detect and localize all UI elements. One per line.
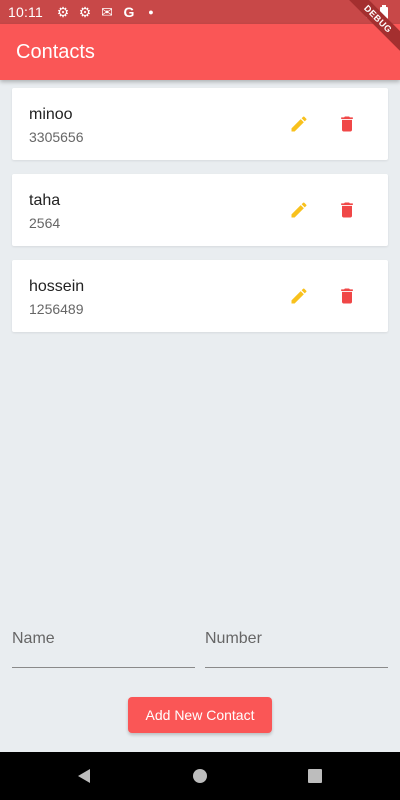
status-notification-icons: ⚙ ⚙ ✉ G ●: [55, 4, 159, 20]
contact-list: minoo 3305656 taha 2564 hossein 1256489: [12, 88, 388, 346]
gmail-icon: ✉: [101, 4, 113, 20]
trash-icon: [341, 288, 353, 304]
trash-icon: [341, 116, 353, 132]
add-contact-button[interactable]: Add New Contact: [128, 697, 272, 733]
edit-button[interactable]: [287, 284, 311, 308]
contact-number: 2564: [29, 215, 61, 231]
system-nav-bar: [0, 752, 400, 800]
name-field[interactable]: [12, 630, 195, 648]
home-icon: [193, 769, 207, 783]
debug-banner-wrap: DEBUG: [340, 0, 400, 60]
back-button[interactable]: [72, 764, 96, 788]
delete-button[interactable]: [335, 112, 359, 136]
status-time: 10:11: [8, 4, 43, 20]
contact-card[interactable]: minoo 3305656: [12, 88, 388, 160]
debug-banner: DEBUG: [340, 0, 400, 60]
contact-number: 3305656: [29, 129, 84, 145]
contact-name: taha: [29, 192, 61, 209]
back-icon: [78, 769, 90, 783]
recents-icon: [308, 769, 322, 783]
number-field[interactable]: [205, 630, 388, 648]
settings-icon: ⚙: [56, 4, 70, 20]
settings-icon: ⚙: [78, 4, 92, 20]
name-field-wrapper: [12, 622, 195, 668]
edit-button[interactable]: [287, 198, 311, 222]
edit-icon: [291, 116, 307, 132]
google-icon: G: [123, 4, 135, 20]
edit-icon: [291, 288, 307, 304]
contact-card[interactable]: hossein 1256489: [12, 260, 388, 332]
edit-icon: [291, 202, 307, 218]
edit-button[interactable]: [287, 112, 311, 136]
dot-icon: ●: [148, 7, 154, 17]
contact-card[interactable]: taha 2564: [12, 174, 388, 246]
contact-name: minoo: [29, 106, 73, 123]
trash-icon: [341, 202, 353, 218]
home-button[interactable]: [188, 764, 212, 788]
number-field-wrapper: [205, 622, 388, 668]
contact-number: 1256489: [29, 301, 84, 317]
page-title: Contacts: [16, 41, 95, 63]
contact-name: hossein: [29, 278, 85, 295]
delete-button[interactable]: [335, 198, 359, 222]
recents-button[interactable]: [303, 764, 327, 788]
delete-button[interactable]: [335, 284, 359, 308]
